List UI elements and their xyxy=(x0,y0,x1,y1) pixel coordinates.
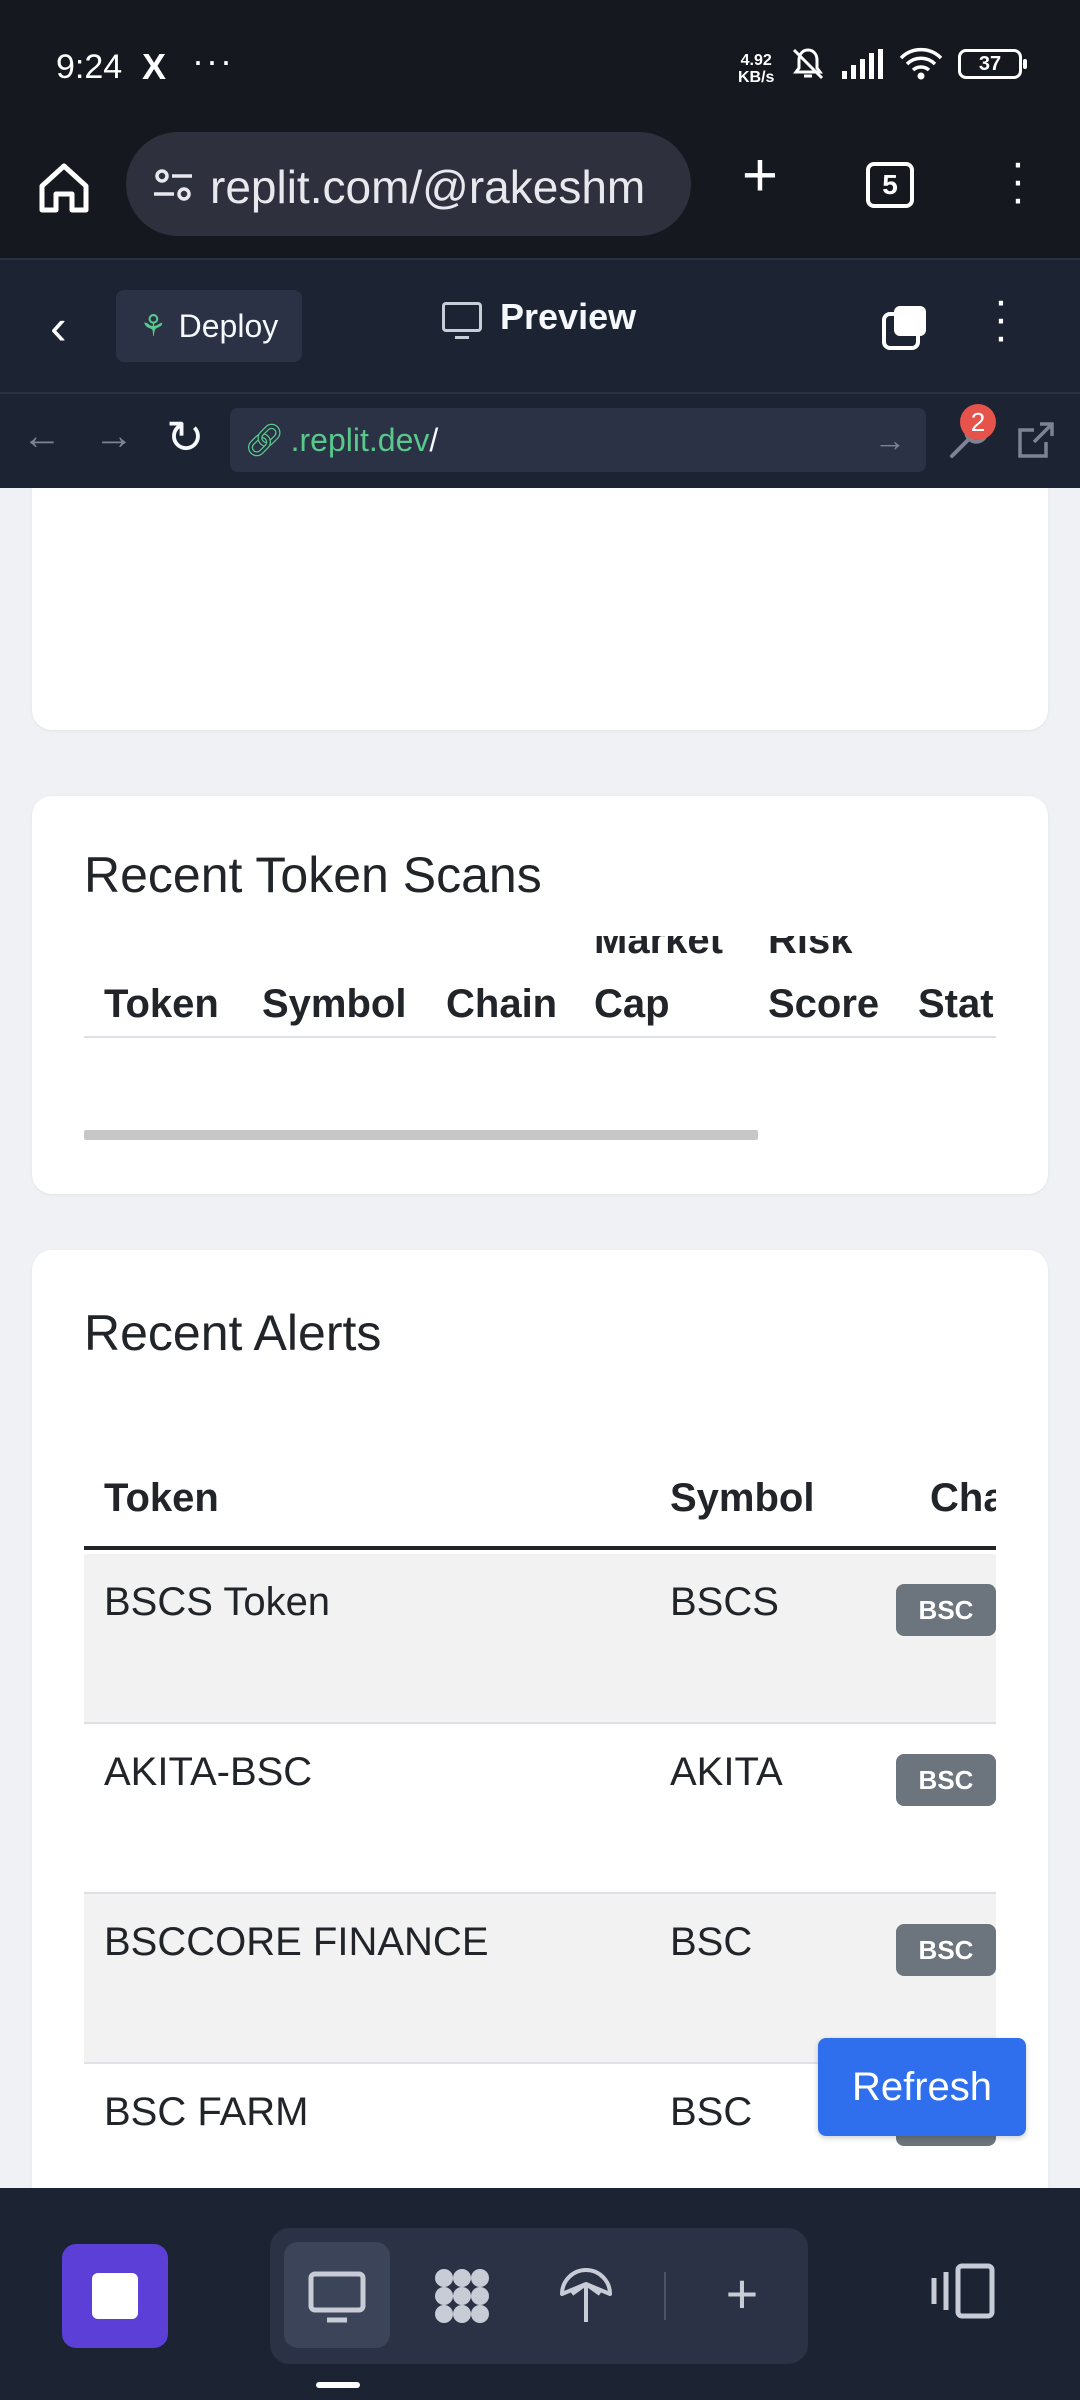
chain-badge: BSC xyxy=(896,1754,996,1806)
table-row[interactable]: AKITA-BSC AKITA BSC xyxy=(84,1724,996,1894)
address-bar[interactable]: replit.com/@rakeshm xyxy=(126,132,691,236)
url-domain: .replit.dev xyxy=(290,422,430,458)
battery-indicator: 37 xyxy=(958,49,1027,79)
deploy-icon: ⚘ xyxy=(139,309,167,343)
preview-tab[interactable]: Preview xyxy=(442,296,637,339)
link-icon: 🔗︎ xyxy=(244,422,285,458)
refresh-button[interactable]: Refresh xyxy=(818,2038,1026,2136)
scans-table-header: Token Symbol Chain Market Cap Risk Score… xyxy=(84,936,996,1038)
alerts-table-header: Token Symbol Chair xyxy=(84,1450,996,1550)
x-app-icon: X xyxy=(142,46,167,87)
url-path: / xyxy=(429,422,439,458)
tab-switcher-button[interactable]: 5 xyxy=(866,162,914,208)
cell-symbol: BSC xyxy=(670,2090,753,2134)
col-chain: Chair xyxy=(930,1476,996,1520)
signal-icon xyxy=(842,49,883,79)
layout-toggle-icon[interactable] xyxy=(928,2252,998,2332)
divider xyxy=(664,2272,666,2320)
col-score: Score xyxy=(768,982,880,1026)
webview-forward-icon[interactable]: → xyxy=(94,414,134,459)
recent-token-scans-card: Recent Token Scans Token Symbol Chain Ma… xyxy=(32,796,1048,1194)
new-tab-button[interactable]: + xyxy=(730,145,790,208)
col-symbol: Symbol xyxy=(670,1476,815,1520)
status-bar: 9:24 X ··· 4.92 KB/s 37 xyxy=(0,0,1080,130)
card-title: Recent Alerts xyxy=(84,1305,382,1361)
stop-button[interactable] xyxy=(62,2244,168,2348)
browser-menu-icon[interactable]: · · · xyxy=(1000,141,1036,221)
address-text[interactable]: replit.com/@rakeshm xyxy=(210,160,680,214)
replit-bottom-bar: + xyxy=(0,2188,1080,2400)
web-page: Recent Token Scans Token Symbol Chain Ma… xyxy=(0,488,1080,2188)
cell-token: BSCS Token xyxy=(104,1580,331,1624)
cell-token: BSCCORE FINANCE xyxy=(104,1920,489,1964)
chain-badge: BSC xyxy=(896,1924,996,1976)
more-notifications-icon: ··· xyxy=(192,40,234,81)
cell-symbol: BSCS xyxy=(670,1580,779,1624)
cell-symbol: BSC xyxy=(670,1920,753,1964)
webview-url-field[interactable]: 🔗︎ .replit.dev/ → xyxy=(230,408,926,472)
browser-toolbar: replit.com/@rakeshm + 5 · · · xyxy=(0,130,1080,258)
devtools-badge: 2 xyxy=(960,404,996,440)
replit-header: ‹ ⚘ Deploy Preview · · · xyxy=(0,258,1080,392)
col-chain: Chain xyxy=(446,982,558,1026)
wifi-icon xyxy=(899,47,943,80)
status-time: 9:24 xyxy=(56,48,123,86)
back-chevron-icon[interactable]: ‹ xyxy=(50,298,67,356)
gesture-handle xyxy=(316,2382,360,2388)
horizontal-scrollbar[interactable] xyxy=(84,1130,758,1140)
site-settings-icon[interactable] xyxy=(150,162,196,208)
webview-monitor-icon[interactable] xyxy=(305,2264,369,2328)
multi-window-icon[interactable] xyxy=(880,304,930,354)
go-arrow-icon[interactable]: → xyxy=(874,408,906,472)
deploy-button[interactable]: ⚘ Deploy xyxy=(116,290,302,362)
network-speed: 4.92 KB/s xyxy=(738,52,775,86)
mute-bell-icon xyxy=(792,48,824,80)
tool-switcher: + xyxy=(270,2228,808,2364)
col-status: Stat xyxy=(918,982,994,1026)
col-risk: Risk xyxy=(768,936,853,962)
add-tool-icon[interactable]: + xyxy=(710,2262,774,2326)
webview-back-icon[interactable]: ← xyxy=(22,414,62,459)
home-icon[interactable] xyxy=(34,158,94,218)
replit-menu-icon[interactable]: · · · xyxy=(986,279,1016,359)
col-cap: Cap xyxy=(594,982,670,1026)
chain-badge: BSC xyxy=(896,1584,996,1636)
col-market: Market xyxy=(594,936,723,962)
deployments-icon[interactable] xyxy=(554,2264,618,2328)
reload-icon[interactable]: ↻ xyxy=(166,410,205,464)
cell-token: BSC FARM xyxy=(104,2090,309,2134)
col-token: Token xyxy=(104,982,219,1026)
cell-symbol: AKITA xyxy=(670,1750,783,1794)
cell-token: AKITA-BSC xyxy=(104,1750,313,1794)
deploy-label: Deploy xyxy=(178,307,279,344)
open-external-icon[interactable] xyxy=(1016,420,1056,460)
col-symbol: Symbol xyxy=(262,982,407,1026)
col-token: Token xyxy=(104,1476,219,1520)
table-row[interactable]: BSCS Token BSCS BSC xyxy=(84,1554,996,1724)
status-icons: 37 xyxy=(790,46,1027,82)
chart-card xyxy=(32,488,1048,730)
preview-label: Preview xyxy=(500,296,637,337)
card-title: Recent Token Scans xyxy=(84,847,542,903)
workspace-grid-icon[interactable] xyxy=(430,2264,494,2328)
webview-toolbar: ← → ↻ 🔗︎ .replit.dev/ → xyxy=(0,392,1080,488)
monitor-icon xyxy=(442,302,482,339)
